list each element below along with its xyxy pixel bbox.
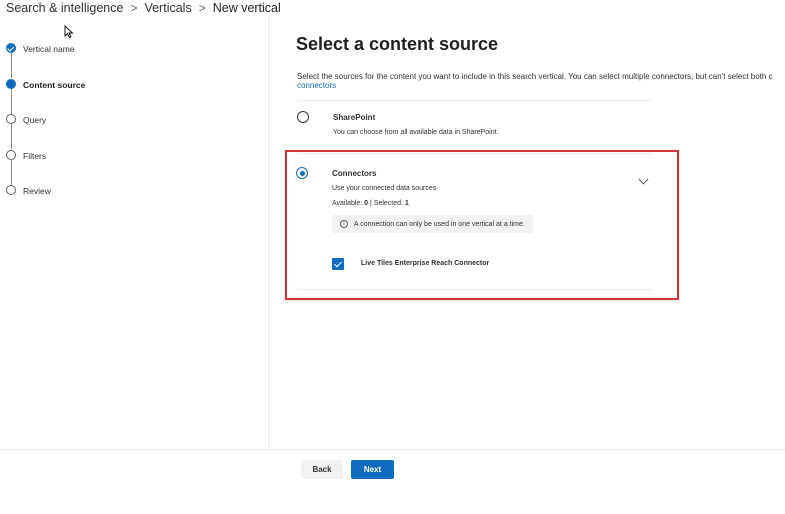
footer-divider [0,449,785,450]
step-pending-circle-icon [6,185,16,195]
next-button[interactable]: Next [351,460,394,479]
step-filters[interactable]: Filters [23,151,46,161]
step-connector [11,160,12,185]
back-button[interactable]: Back [301,460,343,479]
step-query[interactable]: Query [23,115,46,125]
step-connector [11,124,12,149]
step-pending-circle-icon [6,150,16,160]
sharepoint-radio[interactable] [297,111,309,123]
breadcrumb-item-search-intelligence[interactable]: Search & intelligence [6,1,123,15]
step-current-dot-icon [6,79,16,89]
page-description: Select the sources for the content you w… [297,72,773,81]
breadcrumb: Search & intelligence > Verticals > New … [6,0,281,16]
breadcrumb-current: New vertical [212,1,281,15]
sharepoint-title: SharePoint [333,113,376,122]
step-done-checkmark-icon [6,43,16,53]
breadcrumb-separator: > [198,1,206,15]
connectors-link[interactable]: connectors [297,81,336,90]
breadcrumb-separator: > [130,1,138,15]
divider [297,100,652,101]
breadcrumb-item-verticals[interactable]: Verticals [144,1,191,15]
step-connector [11,89,12,114]
step-review[interactable]: Review [23,186,51,196]
step-pending-circle-icon [6,114,16,124]
step-connector [11,53,12,78]
mouse-cursor-icon [64,25,74,39]
page-title: Select a content source [296,34,499,54]
sharepoint-description: You can choose from all available data i… [333,129,499,136]
step-vertical-name[interactable]: Vertical name [23,44,75,54]
highlight-annotation-box [285,150,679,300]
sidebar-divider [268,16,269,449]
step-content-source[interactable]: Content source [23,80,85,90]
